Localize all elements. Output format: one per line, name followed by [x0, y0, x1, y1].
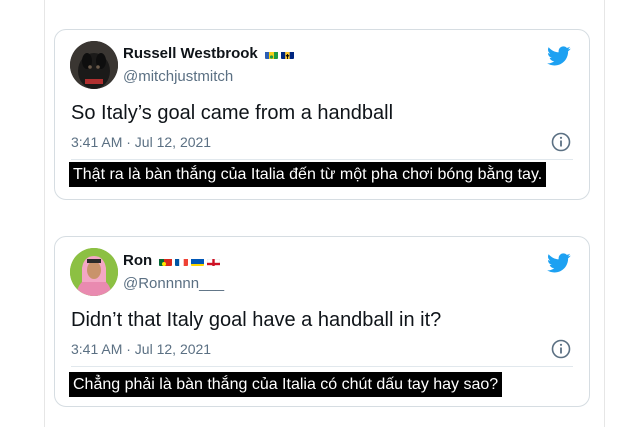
twitter-bird-icon[interactable]: [547, 251, 571, 275]
display-name[interactable]: Ron: [123, 252, 152, 269]
twitter-bird-icon[interactable]: [547, 44, 571, 68]
divider: [71, 366, 573, 367]
tweet-card[interactable]: Ron @Ronnnnn___ Didn’t that Italy goal h…: [54, 236, 590, 407]
handle[interactable]: @mitchjustmitch: [123, 68, 233, 85]
saint-vincent-flag: [264, 49, 278, 59]
info-icon[interactable]: [551, 339, 571, 359]
divider: [71, 159, 573, 160]
avatar-person-image: [70, 248, 118, 296]
name-row: Russell Westbrook: [123, 45, 294, 62]
portugal-flag: [159, 256, 173, 266]
translation-caption: Chẳng phải là bàn thắng của Italia có ch…: [69, 372, 503, 397]
france-flag: [175, 256, 189, 266]
info-icon[interactable]: [551, 132, 571, 152]
barbados-flag: [280, 49, 294, 59]
flag-emojis: [264, 49, 294, 59]
timestamp[interactable]: 3:41 AM · Jul 12, 2021: [71, 341, 211, 357]
ukraine-flag: [191, 256, 205, 266]
name-row: Ron: [123, 252, 221, 269]
avatar[interactable]: [70, 41, 118, 89]
flag-emojis: [159, 256, 221, 266]
tweet-card[interactable]: Russell Westbrook @mitchjustmitch So Ita…: [54, 29, 590, 200]
right-page-edge: [604, 0, 605, 427]
timestamp[interactable]: 3:41 AM · Jul 12, 2021: [71, 134, 211, 150]
avatar-dog-image: [70, 41, 118, 89]
avatar[interactable]: [70, 248, 118, 296]
left-page-edge: [44, 0, 45, 427]
tweet-text: So Italy’s goal came from a handball: [71, 102, 394, 124]
handle[interactable]: @Ronnnnn___: [123, 275, 224, 292]
translation-caption: Thật ra là bàn thắng của Italia đến từ m…: [69, 162, 547, 187]
tweet-text: Didn’t that Italy goal have a handball i…: [71, 309, 442, 331]
display-name[interactable]: Russell Westbrook: [123, 45, 258, 62]
england-flag: [207, 256, 221, 266]
